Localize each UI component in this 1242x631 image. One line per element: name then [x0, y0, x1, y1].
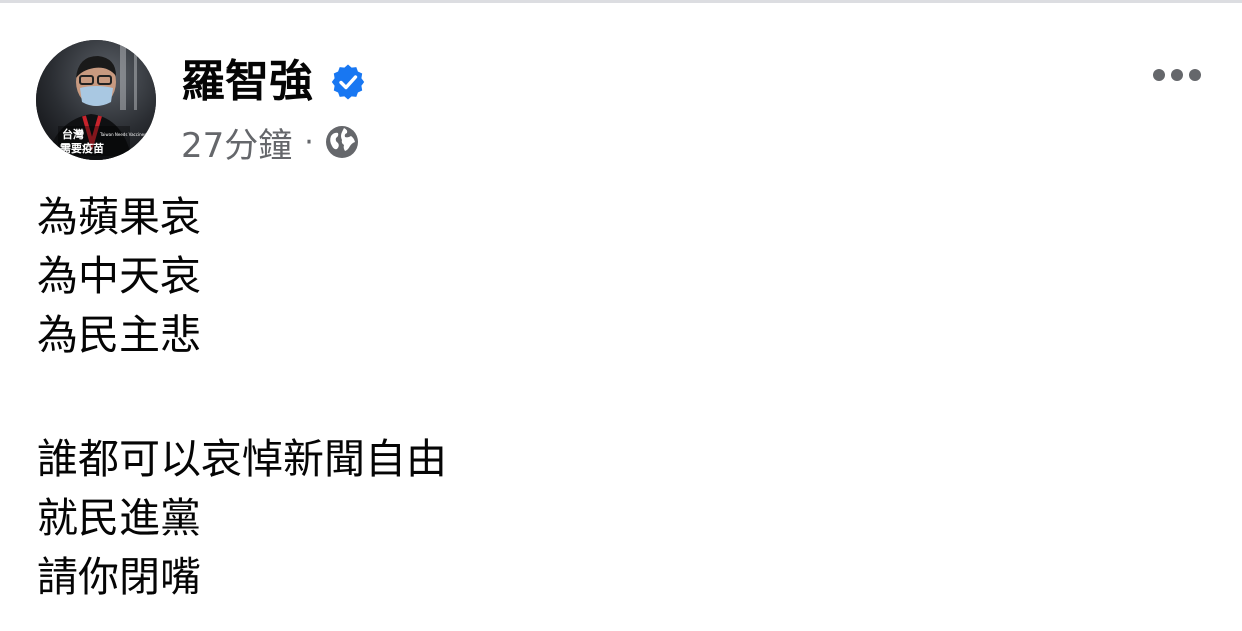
- author-name[interactable]: 羅智強: [181, 52, 313, 112]
- post-line: 請你閉嘴: [37, 553, 201, 601]
- meta-separator: ·: [304, 124, 314, 160]
- globe-icon[interactable]: [324, 124, 360, 160]
- post-line: 為民主悲: [37, 311, 201, 359]
- post-line: 為中天哀: [37, 252, 201, 300]
- avatar-photo: 台灣 需要疫苗 Taiwan Needs Vaccines: [36, 40, 156, 160]
- post-line: 為蘋果哀: [37, 193, 201, 241]
- post-body: 為蘋果哀 為中天哀 為民主悲 誰都可以哀悼新聞自由 就民進黨 請你閉嘴: [37, 188, 1197, 607]
- top-divider: [0, 0, 1242, 3]
- verified-badge-icon: [331, 64, 365, 100]
- avatar-text-line2: 需要疫苗: [60, 141, 104, 155]
- timestamp[interactable]: 27分鐘: [181, 118, 292, 167]
- more-options-icon[interactable]: [1148, 60, 1206, 90]
- avatar[interactable]: 台灣 需要疫苗 Taiwan Needs Vaccines: [36, 40, 156, 160]
- avatar-text-side: Taiwan Needs Vaccines: [99, 132, 146, 137]
- post-meta: 27分鐘 ·: [181, 118, 360, 166]
- avatar-text-line1: 台灣: [62, 127, 84, 141]
- post-line: 誰都可以哀悼新聞自由: [37, 435, 447, 483]
- post-line: 就民進黨: [37, 494, 201, 542]
